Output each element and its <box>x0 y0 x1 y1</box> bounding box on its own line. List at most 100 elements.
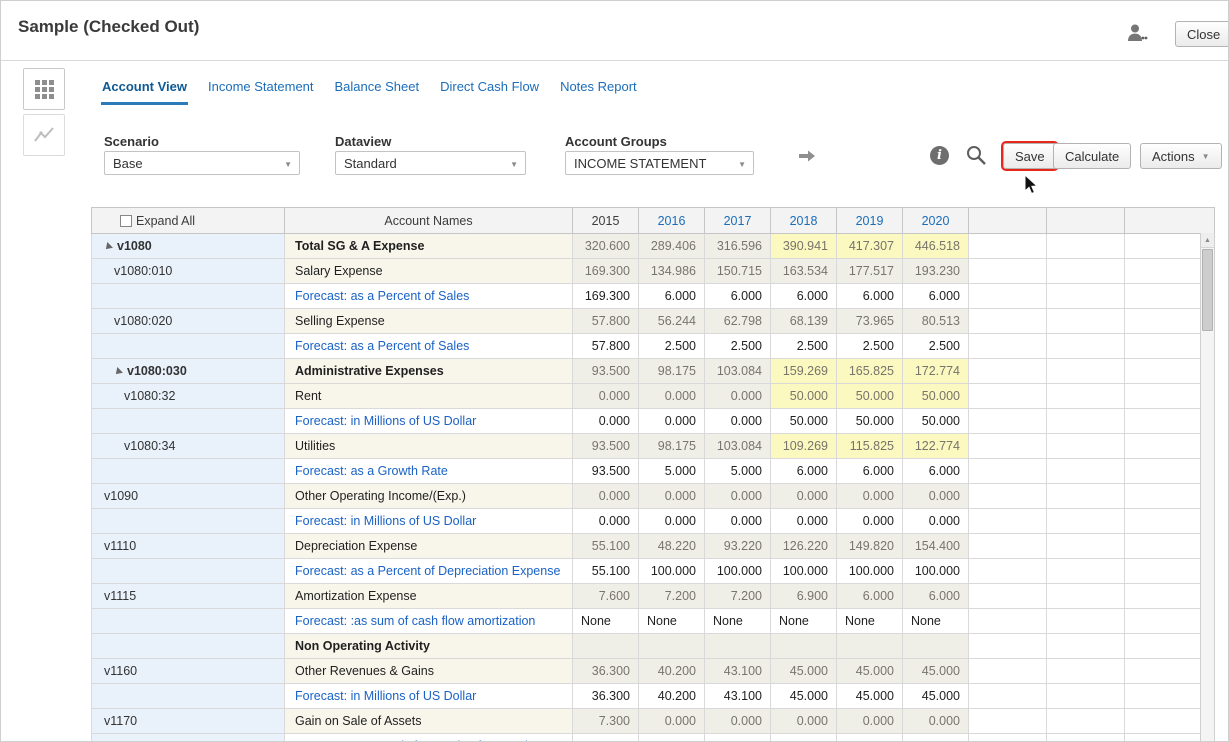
tab-account-view[interactable]: Account View <box>101 75 189 105</box>
value-cell[interactable]: 57.800 <box>572 333 639 359</box>
empty-cell[interactable] <box>968 383 1047 409</box>
value-cell[interactable]: 7.200 <box>704 583 771 609</box>
scroll-up-icon[interactable]: ▲ <box>1201 233 1214 248</box>
account-code-cell[interactable] <box>91 683 285 709</box>
account-code-cell[interactable]: v1170 <box>91 708 285 734</box>
value-cell[interactable]: 0.000 <box>902 708 969 734</box>
value-cell[interactable]: 0.000 <box>902 508 969 534</box>
tab-direct-cash-flow[interactable]: Direct Cash Flow <box>439 75 540 105</box>
year-column-header[interactable]: 2016 <box>638 207 705 234</box>
account-name-cell[interactable]: Other Operating Income/(Exp.) <box>284 483 573 509</box>
empty-cell[interactable] <box>968 683 1047 709</box>
empty-cell[interactable] <box>1046 433 1125 459</box>
empty-cell[interactable] <box>1046 683 1125 709</box>
value-cell[interactable]: 93.500 <box>572 433 639 459</box>
value-cell[interactable]: 6.000 <box>638 283 705 309</box>
value-cell[interactable]: 115.825 <box>836 433 903 459</box>
value-cell[interactable]: 109.269 <box>770 433 837 459</box>
value-cell[interactable] <box>572 633 639 659</box>
empty-cell[interactable] <box>1046 633 1125 659</box>
account-code-cell[interactable]: v1110 <box>91 533 285 559</box>
value-cell[interactable]: 289.406 <box>638 233 705 259</box>
value-cell[interactable]: 0.000 <box>572 383 639 409</box>
value-cell[interactable]: 0.000 <box>572 508 639 534</box>
value-cell[interactable]: 7.600 <box>572 583 639 609</box>
value-cell[interactable]: 45.000 <box>836 683 903 709</box>
value-cell[interactable]: 7.300 <box>572 708 639 734</box>
value-cell[interactable]: 103.084 <box>704 433 771 459</box>
value-cell[interactable]: 100.000 <box>770 558 837 584</box>
empty-cell[interactable] <box>968 583 1047 609</box>
value-cell[interactable]: 159.269 <box>770 358 837 384</box>
close-button[interactable]: Close <box>1175 21 1228 47</box>
value-cell[interactable]: 68.139 <box>770 308 837 334</box>
value-cell[interactable]: 0.000 <box>704 508 771 534</box>
account-name-cell[interactable]: Depreciation Expense <box>284 533 573 559</box>
value-cell[interactable]: 122.774 <box>902 433 969 459</box>
empty-cell[interactable] <box>968 283 1047 309</box>
account-name-cell[interactable]: Amortization Expense <box>284 583 573 609</box>
empty-cell[interactable] <box>968 708 1047 734</box>
value-cell[interactable]: 0.000 <box>902 483 969 509</box>
value-cell[interactable]: None <box>572 608 639 634</box>
value-cell[interactable]: None <box>770 608 837 634</box>
value-cell[interactable]: 149.820 <box>836 533 903 559</box>
scenario-select[interactable]: Base ▼ <box>104 151 300 175</box>
account-code-cell[interactable]: v1160 <box>91 658 285 684</box>
value-cell[interactable]: 36.300 <box>572 658 639 684</box>
value-cell[interactable]: 0.000 <box>770 708 837 734</box>
account-name-cell[interactable]: Non Operating Activity <box>284 633 573 659</box>
value-cell[interactable]: 0.000 <box>770 483 837 509</box>
value-cell[interactable]: 50.000 <box>902 408 969 434</box>
value-cell[interactable]: 6.000 <box>704 283 771 309</box>
empty-cell[interactable] <box>1124 458 1201 484</box>
value-cell[interactable]: 43.100 <box>704 658 771 684</box>
value-cell[interactable]: 50.000 <box>902 383 969 409</box>
value-cell[interactable]: 55.100 <box>572 533 639 559</box>
value-cell[interactable]: 154.400 <box>902 533 969 559</box>
value-cell[interactable]: 103.084 <box>704 358 771 384</box>
empty-cell[interactable] <box>1046 258 1125 284</box>
empty-cell[interactable] <box>1046 283 1125 309</box>
empty-cell[interactable] <box>1046 708 1125 734</box>
empty-cell[interactable] <box>1124 608 1201 634</box>
dataview-select[interactable]: Standard ▼ <box>335 151 526 175</box>
account-code-cell[interactable] <box>91 508 285 534</box>
account-code-cell[interactable]: v1080 <box>91 233 285 259</box>
empty-cell[interactable] <box>1124 508 1201 534</box>
value-cell[interactable]: 50.000 <box>836 408 903 434</box>
value-cell[interactable]: 0.000 <box>638 708 705 734</box>
value-cell[interactable]: 40.200 <box>638 658 705 684</box>
value-cell[interactable]: 6.000 <box>770 458 837 484</box>
empty-cell[interactable] <box>1046 508 1125 534</box>
empty-cell[interactable] <box>1046 458 1125 484</box>
value-cell[interactable]: 177.517 <box>836 258 903 284</box>
empty-cell[interactable] <box>1124 558 1201 584</box>
value-cell[interactable]: None <box>704 608 771 634</box>
value-cell[interactable]: 100.000 <box>836 558 903 584</box>
expand-toggle-icon[interactable] <box>113 367 123 377</box>
forecast-method-link[interactable]: Forecast: in Millions of US Dollar <box>295 414 476 428</box>
info-icon[interactable]: i <box>930 146 949 165</box>
value-cell[interactable]: 45.000 <box>770 658 837 684</box>
value-cell[interactable]: 0.000 <box>770 508 837 534</box>
empty-cell[interactable] <box>1046 233 1125 259</box>
forecast-method-link[interactable]: Forecast: as a Percent of Sales <box>295 289 469 303</box>
value-cell[interactable] <box>704 633 771 659</box>
empty-cell[interactable] <box>968 308 1047 334</box>
empty-cell[interactable] <box>1124 658 1201 684</box>
empty-cell[interactable] <box>1124 408 1201 434</box>
sidebar-item-grid-view[interactable] <box>23 68 65 110</box>
empty-cell[interactable] <box>1124 683 1201 709</box>
account-code-cell[interactable]: v1090 <box>91 483 285 509</box>
forecast-method-link[interactable]: Forecast: :as sum of cash flow amortizat… <box>295 614 535 628</box>
empty-cell[interactable] <box>968 458 1047 484</box>
value-cell[interactable]: 45.000 <box>902 658 969 684</box>
value-cell[interactable]: 169.300 <box>572 283 639 309</box>
value-cell[interactable]: 165.825 <box>836 358 903 384</box>
empty-cell[interactable] <box>1124 383 1201 409</box>
empty-cell[interactable] <box>1124 733 1201 741</box>
value-cell[interactable]: 0.000 <box>638 483 705 509</box>
empty-cell[interactable] <box>968 533 1047 559</box>
value-cell[interactable]: 0.000 <box>704 408 771 434</box>
